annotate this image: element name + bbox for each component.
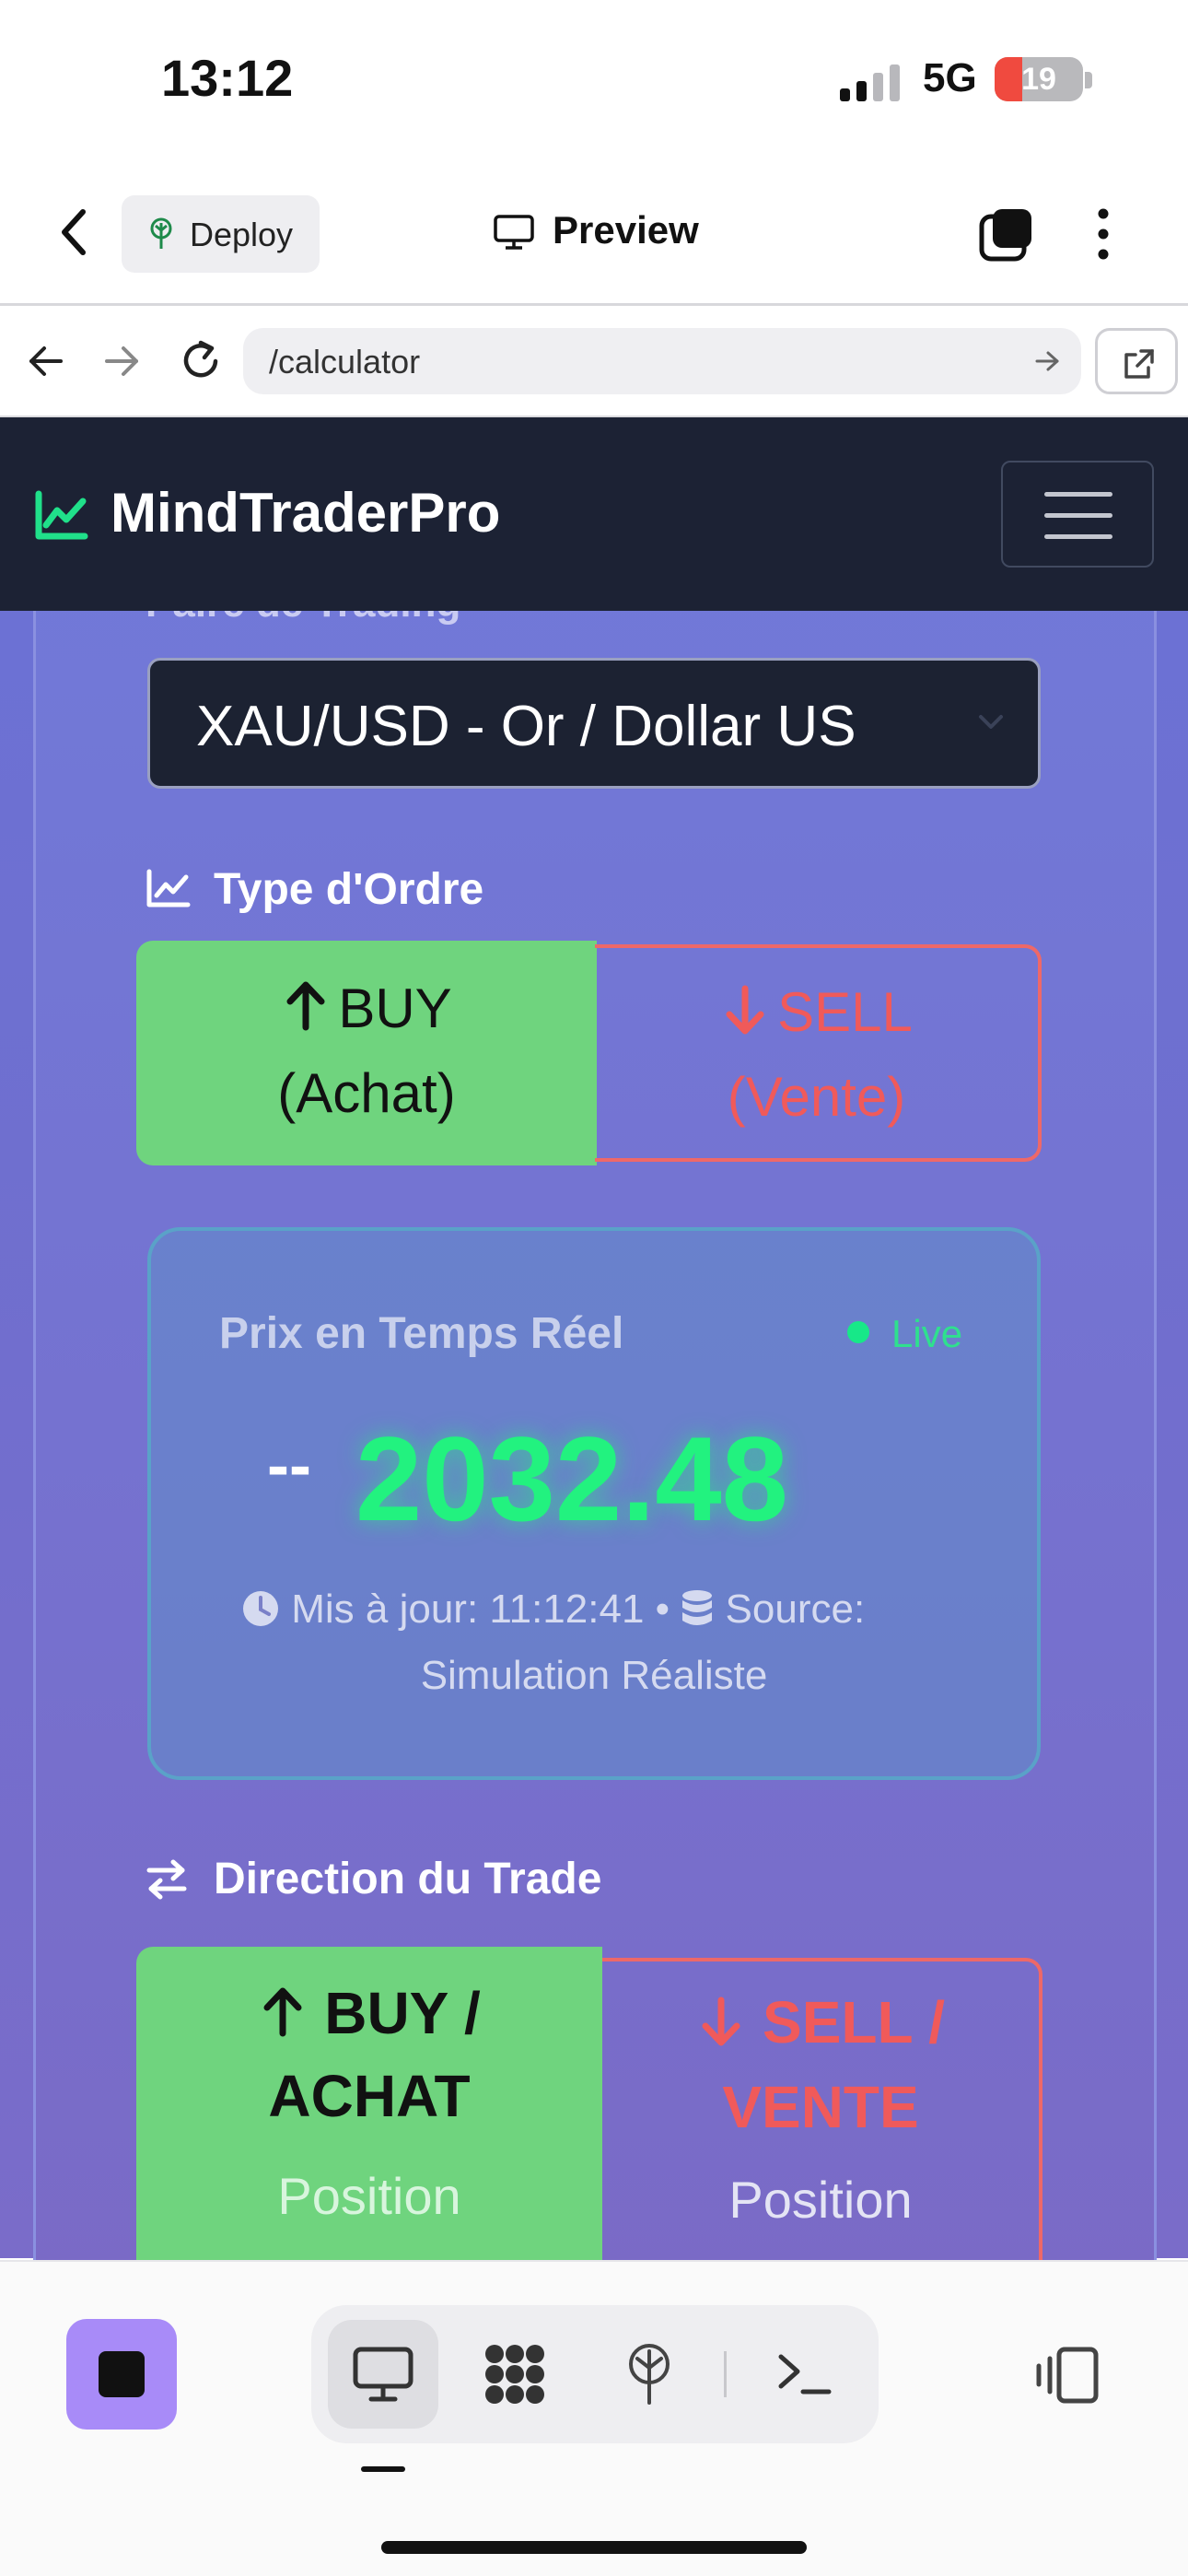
price-value: 2032.48 bbox=[355, 1411, 788, 1546]
arrow-up-icon bbox=[263, 1987, 302, 2037]
order-buy-line1: BUY bbox=[136, 966, 597, 1051]
preview-title[interactable]: Preview bbox=[553, 208, 699, 252]
tree-icon[interactable] bbox=[617, 2342, 681, 2406]
arrow-down-icon bbox=[702, 1996, 740, 2046]
switcher-divider bbox=[724, 2351, 727, 2397]
live-label: Live bbox=[891, 1312, 963, 1355]
chevron-down-icon bbox=[979, 715, 1003, 729]
back-chevron-icon[interactable] bbox=[57, 205, 90, 260]
meta-separator: • bbox=[655, 1587, 670, 1632]
pair-select[interactable]: XAU/USD - Or / Dollar US bbox=[147, 658, 1041, 789]
direction-sell-button[interactable]: SELL / VENTE Position bbox=[602, 1958, 1042, 2280]
open-external-button[interactable] bbox=[1095, 328, 1178, 394]
menu-button[interactable] bbox=[1001, 461, 1154, 568]
tree-icon bbox=[150, 217, 172, 249]
price-meta-line: Mis à jour: 11:12:41 • Source: bbox=[241, 1587, 865, 1633]
direction-title: Direction du Trade bbox=[214, 1855, 602, 1903]
reload-icon[interactable] bbox=[179, 337, 223, 383]
pair-select-value: XAU/USD - Or / Dollar US bbox=[196, 695, 856, 758]
battery-cap bbox=[1085, 72, 1092, 88]
arrow-down-icon bbox=[726, 985, 764, 1035]
direction-buy-button[interactable]: BUY / ACHAT Position bbox=[136, 1947, 602, 2278]
direction-buy-sub: Position bbox=[277, 2167, 461, 2225]
go-arrow-icon[interactable] bbox=[1033, 348, 1061, 374]
order-buy-label: BUY bbox=[338, 978, 452, 1039]
source-label: Source: bbox=[725, 1587, 866, 1632]
arrow-left-icon[interactable] bbox=[26, 341, 66, 381]
clock-icon bbox=[243, 1591, 278, 1626]
external-link-icon bbox=[1124, 349, 1154, 379]
swap-icon bbox=[146, 1859, 187, 1900]
network-type: 5G bbox=[923, 55, 977, 100]
monitor-icon bbox=[353, 2347, 413, 2402]
direction-buy-line2: ACHAT bbox=[268, 2063, 471, 2129]
price-panel-title: Prix en Temps Réel bbox=[219, 1309, 624, 1358]
stop-button[interactable] bbox=[66, 2319, 177, 2430]
active-view-indicator bbox=[361, 2466, 405, 2472]
tabs-icon[interactable] bbox=[978, 207, 1035, 263]
order-sell-line1: SELL bbox=[595, 970, 1038, 1055]
direction-sell-sub: Position bbox=[728, 2171, 913, 2229]
order-buy-button[interactable]: BUY (Achat) bbox=[136, 941, 597, 1165]
url-field[interactable]: /calculator bbox=[243, 328, 1081, 394]
price-change: -- bbox=[267, 1429, 311, 1503]
stop-icon bbox=[99, 2351, 145, 2397]
grid-icon[interactable] bbox=[483, 2342, 547, 2406]
battery-level: 19 bbox=[1021, 62, 1056, 97]
order-sell-label: SELL bbox=[777, 981, 913, 1043]
source-value: Simulation Réaliste bbox=[420, 1653, 768, 1698]
order-buy-line2: (Achat) bbox=[277, 1062, 456, 1124]
status-time: 13:12 bbox=[161, 49, 294, 107]
order-sell-button[interactable]: SELL (Vente) bbox=[595, 944, 1042, 1162]
direction-sell-label: SELL / bbox=[763, 1989, 945, 2055]
arrow-right-icon[interactable] bbox=[101, 341, 142, 381]
chart-line-icon bbox=[35, 490, 88, 540]
menu-icon bbox=[1044, 492, 1112, 497]
direction-sell-line2: VENTE bbox=[722, 2074, 919, 2140]
menu-icon-bar bbox=[1044, 513, 1112, 518]
direction-buy-line1: BUY / bbox=[136, 1969, 602, 2057]
menu-icon-bar bbox=[1044, 534, 1112, 539]
deploy-button[interactable]: Deploy bbox=[122, 195, 320, 273]
chart-line-icon bbox=[146, 869, 191, 907]
database-icon bbox=[682, 1590, 713, 1625]
signal-icon bbox=[840, 64, 900, 101]
direction-sell-line1: SELL / bbox=[602, 1978, 1039, 2067]
home-indicator bbox=[381, 2541, 807, 2554]
rotate-device-icon[interactable] bbox=[1031, 2346, 1101, 2405]
direction-buy-label: BUY / bbox=[324, 1980, 481, 2046]
live-indicator-dot bbox=[847, 1321, 869, 1343]
battery-icon: 19 bbox=[995, 57, 1083, 101]
terminal-icon[interactable] bbox=[772, 2342, 836, 2406]
arrow-up-icon bbox=[286, 981, 325, 1031]
updated-label: Mis à jour: 11:12:41 bbox=[291, 1587, 645, 1632]
order-sell-line2: (Vente) bbox=[727, 1066, 906, 1128]
order-type-title: Type d'Ordre bbox=[214, 865, 484, 914]
deploy-label: Deploy bbox=[190, 216, 294, 253]
monitor-icon bbox=[494, 215, 534, 250]
site-brand[interactable]: MindTraderPro bbox=[111, 481, 500, 544]
kebab-icon[interactable] bbox=[1092, 206, 1114, 262]
url-text: /calculator bbox=[269, 343, 421, 381]
